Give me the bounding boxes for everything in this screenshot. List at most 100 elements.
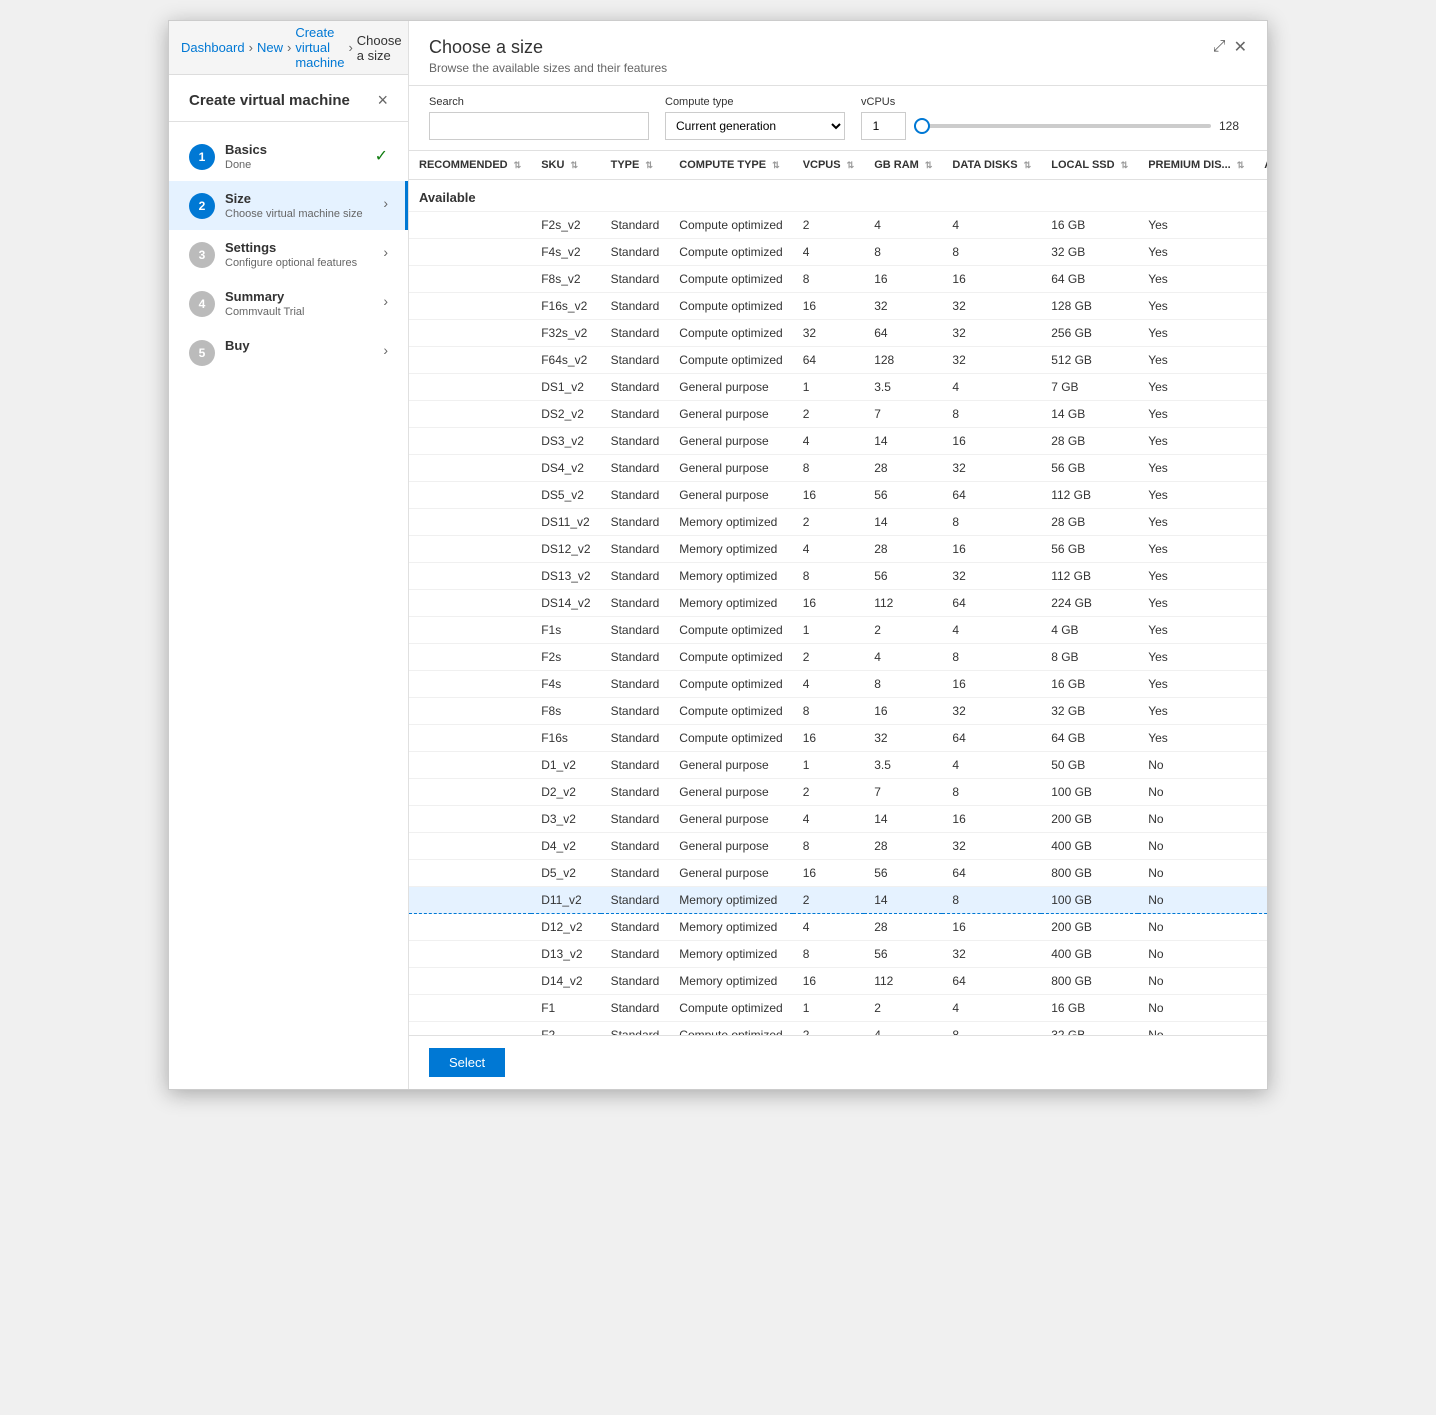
vcpus-cell: 2 <box>793 887 865 914</box>
recommended-cell <box>409 212 531 239</box>
type-cell: Standard <box>601 860 670 887</box>
table-row[interactable]: DS13_v2StandardMemory optimized85632112 … <box>409 563 1267 590</box>
wizard-step-5[interactable]: 5 Buy › <box>169 328 408 376</box>
col-local-ssd[interactable]: LOCAL SSD ⇅ <box>1041 151 1138 180</box>
additional-cell <box>1254 536 1267 563</box>
close-button[interactable]: × <box>377 91 388 109</box>
col-compute-type[interactable]: COMPUTE TYPE ⇅ <box>669 151 792 180</box>
breadcrumb-new[interactable]: New <box>257 40 283 55</box>
gbram-cell: 14 <box>864 428 942 455</box>
table-row[interactable]: F16s_v2StandardCompute optimized16323212… <box>409 293 1267 320</box>
gbram-cell: 7 <box>864 779 942 806</box>
disks-cell: 32 <box>942 455 1041 482</box>
table-row[interactable]: F1StandardCompute optimized12416 GBNo <box>409 995 1267 1022</box>
table-row[interactable]: D13_v2StandardMemory optimized85632400 G… <box>409 941 1267 968</box>
additional-cell <box>1254 563 1267 590</box>
table-row[interactable]: DS5_v2StandardGeneral purpose165664112 G… <box>409 482 1267 509</box>
compute-type-cell: Compute optimized <box>669 266 792 293</box>
table-row[interactable]: DS12_v2StandardMemory optimized4281656 G… <box>409 536 1267 563</box>
breadcrumb-create-vm[interactable]: Create virtual machine <box>295 25 344 70</box>
table-row[interactable]: F8sStandardCompute optimized8163232 GBYe… <box>409 698 1267 725</box>
col-data-disks[interactable]: DATA DISKS ⇅ <box>942 151 1041 180</box>
vcpu-slider[interactable] <box>914 124 1211 128</box>
recommended-cell <box>409 806 531 833</box>
table-row[interactable]: DS4_v2StandardGeneral purpose8283256 GBY… <box>409 455 1267 482</box>
table-row[interactable]: DS11_v2StandardMemory optimized214828 GB… <box>409 509 1267 536</box>
table-row[interactable]: D12_v2StandardMemory optimized42816200 G… <box>409 914 1267 941</box>
vcpus-cell: 2 <box>793 644 865 671</box>
table-row[interactable]: F1sStandardCompute optimized1244 GBYes <box>409 617 1267 644</box>
maximize-button[interactable]: ⤢ <box>1213 37 1226 57</box>
compute-type-cell: General purpose <box>669 374 792 401</box>
close-panel-button[interactable]: ✕ <box>1234 37 1247 57</box>
col-sku[interactable]: SKU ⇅ <box>531 151 600 180</box>
disks-cell: 8 <box>942 509 1041 536</box>
vcpus-cell: 16 <box>793 482 865 509</box>
gbram-cell: 14 <box>864 509 942 536</box>
col-additional[interactable]: ADDITIONAL F... ⇅ <box>1254 151 1267 180</box>
sku-cell: D2_v2 <box>531 779 600 806</box>
col-vcpus[interactable]: VCPUS ⇅ <box>793 151 865 180</box>
additional-cell <box>1254 590 1267 617</box>
vcpu-controls: 128 <box>861 112 1247 140</box>
local-ssd-cell: 28 GB <box>1041 428 1138 455</box>
table-row[interactable]: F2sStandardCompute optimized2488 GBYes <box>409 644 1267 671</box>
table-row[interactable]: D1_v2StandardGeneral purpose13.5450 GBNo <box>409 752 1267 779</box>
select-button[interactable]: Select <box>429 1048 505 1077</box>
table-row[interactable]: F4s_v2StandardCompute optimized48832 GBY… <box>409 239 1267 266</box>
table-row[interactable]: D11_v2StandardMemory optimized2148100 GB… <box>409 887 1267 914</box>
compute-type-cell: General purpose <box>669 428 792 455</box>
table-row[interactable]: D5_v2StandardGeneral purpose165664800 GB… <box>409 860 1267 887</box>
wizard-step-2[interactable]: 2 Size Choose virtual machine size › <box>169 181 408 230</box>
wizard-step-4[interactable]: 4 Summary Commvault Trial › <box>169 279 408 328</box>
additional-cell <box>1254 644 1267 671</box>
compute-type-cell: Memory optimized <box>669 914 792 941</box>
wizard-step-3[interactable]: 3 Settings Configure optional features › <box>169 230 408 279</box>
col-gbram[interactable]: GB RAM ⇅ <box>864 151 942 180</box>
sku-cell: F4s_v2 <box>531 239 600 266</box>
gbram-cell: 8 <box>864 671 942 698</box>
vcpus-cell: 4 <box>793 239 865 266</box>
type-cell: Standard <box>601 401 670 428</box>
table-row[interactable]: DS3_v2StandardGeneral purpose4141628 GBY… <box>409 428 1267 455</box>
recommended-cell <box>409 374 531 401</box>
additional-cell <box>1254 887 1267 914</box>
vcpu-min-input[interactable] <box>861 112 906 140</box>
col-premium[interactable]: PREMIUM DIS... ⇅ <box>1138 151 1254 180</box>
breadcrumb-dashboard[interactable]: Dashboard <box>181 40 245 55</box>
table-row[interactable]: F64s_v2StandardCompute optimized64128325… <box>409 347 1267 374</box>
table-row[interactable]: F2StandardCompute optimized24832 GBNo <box>409 1022 1267 1036</box>
vcpus-cell: 64 <box>793 347 865 374</box>
table-row[interactable]: F32s_v2StandardCompute optimized32643225… <box>409 320 1267 347</box>
col-type[interactable]: TYPE ⇅ <box>601 151 670 180</box>
table-row[interactable]: F2s_v2StandardCompute optimized24416 GBY… <box>409 212 1267 239</box>
compute-type-cell: Compute optimized <box>669 1022 792 1036</box>
table-row[interactable]: DS14_v2StandardMemory optimized161126422… <box>409 590 1267 617</box>
table-row[interactable]: D3_v2StandardGeneral purpose41416200 GBN… <box>409 806 1267 833</box>
col-recommended[interactable]: RECOMMENDED ⇅ <box>409 151 531 180</box>
compute-type-cell: Compute optimized <box>669 239 792 266</box>
disks-cell: 16 <box>942 671 1041 698</box>
additional-cell <box>1254 860 1267 887</box>
table-row[interactable]: D2_v2StandardGeneral purpose278100 GBNo <box>409 779 1267 806</box>
disks-cell: 32 <box>942 293 1041 320</box>
wizard-step-1[interactable]: 1 Basics Done ✓ <box>169 132 408 181</box>
additional-cell <box>1254 671 1267 698</box>
type-cell: Standard <box>601 833 670 860</box>
table-row[interactable]: DS2_v2StandardGeneral purpose27814 GBYes <box>409 401 1267 428</box>
vcpus-cell: 2 <box>793 401 865 428</box>
compute-type-select[interactable]: All types Current generation Previous ge… <box>665 112 845 140</box>
table-row[interactable]: D14_v2StandardMemory optimized1611264800… <box>409 968 1267 995</box>
table-row[interactable]: D4_v2StandardGeneral purpose82832400 GBN… <box>409 833 1267 860</box>
local-ssd-cell: 56 GB <box>1041 455 1138 482</box>
search-input[interactable] <box>429 112 649 140</box>
table-row[interactable]: F4sStandardCompute optimized481616 GBYes <box>409 671 1267 698</box>
sku-cell: D13_v2 <box>531 941 600 968</box>
premium-cell: Yes <box>1138 320 1254 347</box>
table-row[interactable]: DS1_v2StandardGeneral purpose13.547 GBYe… <box>409 374 1267 401</box>
compute-type-cell: Memory optimized <box>669 563 792 590</box>
table-row[interactable]: F8s_v2StandardCompute optimized8161664 G… <box>409 266 1267 293</box>
table-row[interactable]: F16sStandardCompute optimized16326464 GB… <box>409 725 1267 752</box>
vcpus-cell: 1 <box>793 374 865 401</box>
recommended-cell <box>409 509 531 536</box>
